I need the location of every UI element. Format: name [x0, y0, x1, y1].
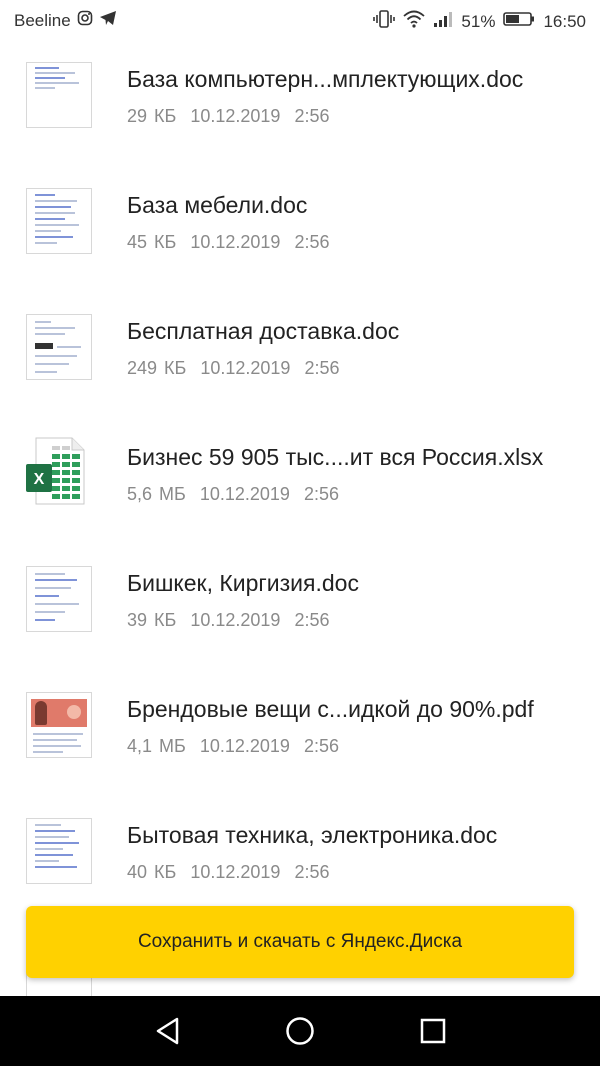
file-size: 45 КБ: [127, 232, 177, 252]
file-size: 40 КБ: [127, 862, 177, 882]
instagram-icon: [77, 10, 93, 31]
svg-text:X: X: [34, 471, 45, 488]
file-date: 10.12.2019: [199, 736, 290, 756]
status-bar: Beeline 51% 16:50: [0, 0, 600, 40]
file-time: 2:56: [303, 736, 340, 756]
navigation-bar: [0, 996, 600, 1066]
file-size: 29 КБ: [127, 106, 177, 126]
file-meta: 40 КБ 10.12.2019 2:56: [127, 862, 330, 883]
clock: 16:50: [543, 11, 586, 31]
file-meta: 45 КБ 10.12.2019 2:56: [127, 232, 330, 253]
file-name: Брендовые вещи с...идкой до 90%.pdf: [127, 696, 534, 722]
doc-thumbnail-icon: [26, 188, 92, 254]
file-name: База компьютерн...мплектующих.doc: [127, 66, 524, 92]
wifi-icon: [403, 10, 426, 33]
signal-icon: [433, 10, 453, 33]
file-date: 10.12.2019: [200, 358, 291, 378]
save-to-yandex-disk-button[interactable]: Сохранить и скачать с Яндекс.Диска: [26, 906, 574, 978]
file-time: 2:56: [304, 358, 340, 378]
telegram-icon: [99, 10, 117, 31]
status-right: 51% 16:50: [373, 10, 586, 33]
file-meta: 249 КБ 10.12.2019 2:56: [127, 358, 340, 379]
file-meta: 29 КБ 10.12.2019 2:56: [127, 106, 330, 127]
file-name: Бишкек, Киргизия.doc: [127, 570, 359, 596]
file-meta: 5,6 МБ 10.12.2019 2:56: [127, 484, 339, 505]
file-list: База компьютерн...мплектующих.doc 29 КБ …: [0, 40, 600, 996]
doc-thumbnail-icon: [26, 314, 92, 380]
battery-icon: [503, 11, 535, 32]
file-time: 2:56: [294, 106, 330, 126]
file-time: 2:56: [294, 610, 330, 630]
file-date: 10.12.2019: [190, 106, 281, 126]
pdf-thumbnail-icon: [26, 692, 92, 758]
doc-thumbnail-icon: [26, 62, 92, 128]
vibrate-icon: [373, 10, 396, 33]
file-meta: 4,1 МБ 10.12.2019 2:56: [127, 736, 339, 757]
recents-icon[interactable]: [412, 1011, 452, 1051]
file-name: Бесплатная доставка.doc: [127, 318, 400, 344]
doc-thumbnail-icon: [26, 566, 92, 632]
file-time: 2:56: [294, 862, 330, 882]
battery-percent: 51%: [461, 11, 496, 31]
file-size: 5,6 МБ: [127, 484, 186, 504]
file-item[interactable]: Бытовая техника, электроника.doc 40 КБ 1…: [0, 796, 600, 922]
file-name: База мебели.doc: [127, 192, 308, 218]
file-date: 10.12.2019: [190, 232, 281, 252]
back-icon[interactable]: [148, 1011, 188, 1051]
file-item[interactable]: База мебели.doc 45 КБ 10.12.2019 2:56: [0, 166, 600, 292]
home-icon[interactable]: [280, 1011, 320, 1051]
status-left: Beeline: [14, 10, 117, 31]
file-size: 39 КБ: [127, 610, 177, 630]
file-item[interactable]: Брендовые вещи с...идкой до 90%.pdf 4,1 …: [0, 670, 600, 796]
doc-thumbnail-icon: [26, 818, 92, 884]
file-item[interactable]: База компьютерн...мплектующих.doc 29 КБ …: [0, 40, 600, 166]
file-meta: 39 КБ 10.12.2019 2:56: [127, 610, 330, 631]
file-name: Бытовая техника, электроника.doc: [127, 822, 498, 848]
file-date: 10.12.2019: [190, 610, 281, 630]
file-item[interactable]: Бесплатная доставка.doc 249 КБ 10.12.201…: [0, 292, 600, 418]
file-date: 10.12.2019: [199, 484, 290, 504]
file-time: 2:56: [294, 232, 330, 252]
file-size: 4,1 МБ: [127, 736, 186, 756]
file-time: 2:56: [303, 484, 340, 504]
file-size: 249 КБ: [127, 358, 187, 378]
carrier-label: Beeline: [14, 10, 71, 30]
file-item[interactable]: X Бизнес 59 905 тыс....ит вся Россия.xls…: [0, 418, 600, 544]
file-date: 10.12.2019: [190, 862, 281, 882]
excel-file-icon: X: [26, 436, 86, 506]
file-name: Бизнес 59 905 тыс....ит вся Россия.xlsx: [127, 444, 544, 470]
file-item[interactable]: Бишкек, Киргизия.doc 39 КБ 10.12.2019 2:…: [0, 544, 600, 670]
